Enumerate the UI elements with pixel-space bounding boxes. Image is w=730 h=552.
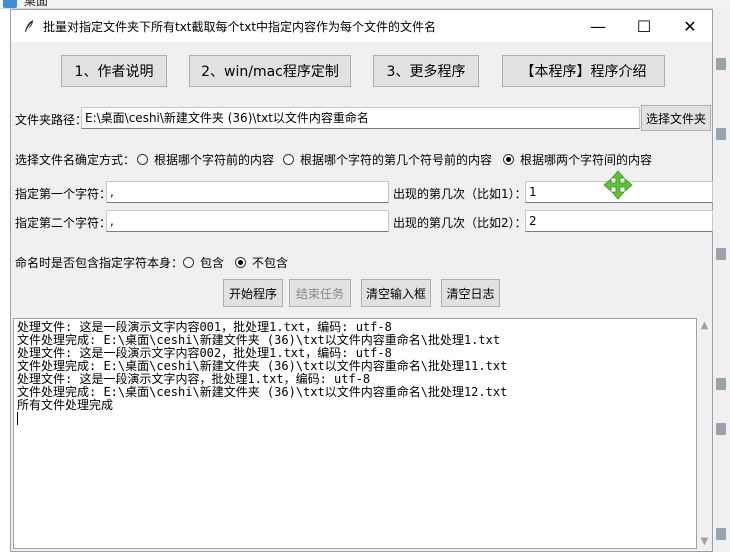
mode-option-before-char[interactable]: 根据哪个字符前的内容: [137, 151, 274, 168]
title-bar[interactable]: 批量对指定文件夹下所有txt截取每个txt中指定内容作为每个文件的文件名 — ☐…: [11, 10, 712, 42]
mode-option-label: 根据哪个字符前的内容: [154, 153, 275, 167]
desktop-mark: [716, 423, 726, 435]
stop-task-button[interactable]: 结束任务: [289, 279, 351, 307]
desktop-mark: [716, 528, 726, 540]
mode-option-nth-symbol[interactable]: 根据哪个字符的第几个符号前的内容: [283, 151, 492, 168]
include-option-label: 不包含: [252, 256, 289, 270]
minimize-button[interactable]: —: [575, 10, 621, 42]
close-icon: ✕: [683, 16, 697, 36]
clear-inputs-button[interactable]: 清空输入框: [361, 279, 431, 307]
log-textarea[interactable]: 处理文件: 这是一段演示文字内容001，批处理1.txt，编码: utf-8 文…: [13, 318, 697, 549]
first-occurrence-label: 出现的第几次（比如1）：: [393, 187, 527, 201]
close-button[interactable]: ✕: [667, 10, 713, 42]
mode-option-label: 根据哪个字符的第几个符号前的内容: [300, 153, 493, 167]
radio-selected-icon: [235, 257, 246, 268]
more-programs-button[interactable]: 3、更多程序: [373, 55, 479, 87]
second-char-input[interactable]: ,: [106, 210, 389, 232]
scroll-down-icon[interactable]: ▼: [697, 534, 712, 549]
desktop-mark: [716, 128, 726, 140]
feather-icon: [25, 20, 33, 32]
desktop-right-strip: [713, 8, 730, 552]
window-title: 批量对指定文件夹下所有txt截取每个txt中指定内容作为每个文件的文件名: [43, 20, 437, 34]
desktop-taskbar-strip: 桌面: [0, 0, 730, 9]
clear-log-button[interactable]: 清空日志: [441, 279, 500, 307]
radio-icon: [183, 257, 194, 268]
mode-option-between-chars[interactable]: 根据哪两个字符间的内容: [503, 151, 652, 168]
include-option-yes[interactable]: 包含: [183, 254, 224, 271]
desktop-mark: [716, 58, 726, 70]
text-caret: [17, 412, 18, 425]
minimize-icon: —: [590, 16, 606, 36]
first-char-input[interactable]: ,: [106, 181, 389, 203]
custom-program-button[interactable]: 2、win/mac程序定制: [189, 55, 351, 87]
move-cursor-icon: [603, 170, 633, 200]
second-char-label: 指定第二个字符：: [15, 216, 112, 230]
maximize-button[interactable]: ☐: [621, 10, 667, 42]
maximize-icon: ☐: [636, 16, 652, 36]
main-window: 批量对指定文件夹下所有txt截取每个txt中指定内容作为每个文件的文件名 — ☐…: [10, 9, 713, 552]
radio-selected-icon: [503, 154, 514, 165]
desktop-mark: [716, 378, 726, 390]
log-scrollbar[interactable]: ▲ ▼: [697, 318, 712, 549]
scroll-up-icon[interactable]: ▲: [697, 318, 712, 333]
second-occurrence-label: 出现的第几次（比如2）：: [393, 216, 527, 230]
second-occurrence-input[interactable]: 2: [525, 210, 713, 232]
desktop-label: 桌面: [24, 0, 49, 8]
include-option-label: 包含: [200, 256, 225, 270]
author-info-button[interactable]: 1、作者说明: [61, 55, 167, 87]
folder-path-input[interactable]: E:\桌面\ceshi\新建文件夹 (36)\txt以文件内容重命名: [81, 107, 640, 129]
program-intro-button[interactable]: 【本程序】程序介绍: [502, 55, 665, 87]
start-button[interactable]: 开始程序: [223, 279, 283, 307]
radio-icon: [283, 154, 294, 165]
first-char-label: 指定第一个字符：: [15, 187, 112, 201]
folder-path-label: 文件夹路径：: [15, 113, 88, 127]
desktop-folder-icon: [3, 0, 17, 8]
log-line: 文件处理完成: E:\桌面\ceshi\新建文件夹 (36)\txt以文件内容重…: [17, 385, 508, 399]
mode-label: 选择文件名确定方式：: [15, 153, 136, 167]
radio-icon: [137, 154, 148, 165]
log-line: 所有文件处理完成: [17, 398, 114, 412]
mode-option-label: 根据哪两个字符间的内容: [520, 153, 653, 167]
include-option-no[interactable]: 不包含: [235, 254, 288, 271]
desktop-mark: [716, 248, 726, 260]
browse-folder-button[interactable]: 选择文件夹: [641, 105, 711, 131]
include-label: 命名时是否包含指定字符本身：: [15, 256, 184, 270]
